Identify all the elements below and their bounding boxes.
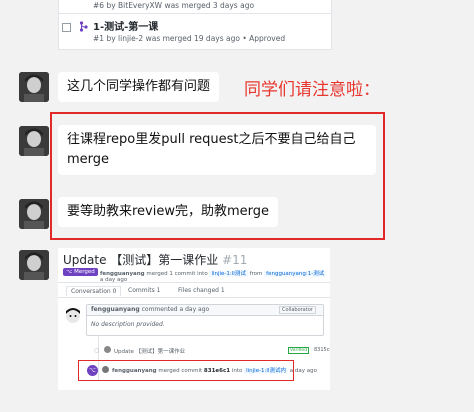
verified-badge[interactable]: Verified xyxy=(288,347,310,354)
chat-message: 往课程repo里发pull request之后不要自己给自己merge xyxy=(58,125,376,175)
chat-message: 这几个同学操作都有问题 xyxy=(58,72,220,102)
divider xyxy=(59,13,331,14)
merge-event-text: fengguanyang merged commit 831e6c1 into … xyxy=(112,368,317,374)
pr-list-item-meta: #1 by linjie-2 was merged 19 days ago • … xyxy=(93,34,286,43)
merged-icon: ⌥ xyxy=(66,269,75,275)
pr-list-item-title[interactable]: 1-测试-第一课 xyxy=(93,18,158,33)
avatar[interactable] xyxy=(64,306,82,324)
avatar xyxy=(102,366,109,373)
commit-sha[interactable]: 8315cd9 xyxy=(314,347,330,353)
pr-screenshot-image[interactable]: Update 【测试】第一课作业 #11 ⌥ Merged fengguanya… xyxy=(58,248,330,390)
avatar[interactable] xyxy=(19,72,49,102)
pr-list-card: #6 by BitEveryXW was merged 3 days ago 1… xyxy=(58,0,332,50)
comment-box: fengguanyang commented a day ago Collabo… xyxy=(86,304,324,336)
tab-commits[interactable]: Commits 1 xyxy=(128,287,160,294)
commit-icon: ○ xyxy=(94,347,100,354)
pr-number: #11 xyxy=(222,253,248,267)
annotation-text: 同学们请注意啦： xyxy=(244,80,380,100)
pr-select-checkbox[interactable] xyxy=(62,23,71,32)
avatar[interactable] xyxy=(19,126,49,156)
merged-icon: ⌥ xyxy=(87,365,98,376)
chat-message: 要等助教来review完，助教merge xyxy=(58,197,279,227)
divider xyxy=(58,282,330,283)
divider xyxy=(58,297,330,298)
tab-files-changed[interactable]: Files changed 1 xyxy=(178,287,225,294)
pr-title: Update 【测试】第一课作业 #11 xyxy=(63,253,248,267)
merged-icon xyxy=(79,21,88,32)
collaborator-badge: Collaborator xyxy=(279,306,316,314)
avatar[interactable] xyxy=(19,250,49,280)
avatar xyxy=(104,346,111,353)
pr-list-item-meta: #6 by BitEveryXW was merged 3 days ago xyxy=(93,1,255,10)
comment-header-text: fengguanyang commented a day ago xyxy=(91,306,210,313)
merge-summary: fengguanyang merged 1 commit into linjie… xyxy=(100,271,327,283)
tab-conversation[interactable]: Conversation 0 xyxy=(66,286,122,296)
avatar[interactable] xyxy=(19,199,49,229)
status-badge: ⌥ Merged xyxy=(63,268,98,276)
comment-body: No description provided. xyxy=(91,321,165,328)
commit-message[interactable]: Update 【测试】第一课作业 xyxy=(114,347,185,355)
